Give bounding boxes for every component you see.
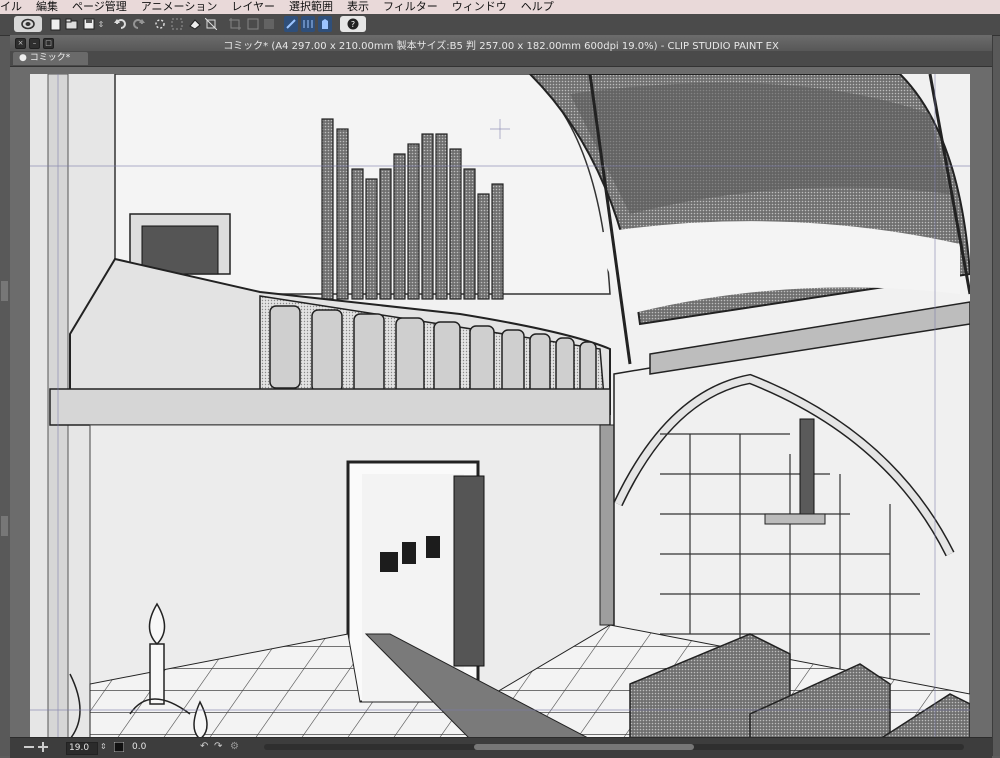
transform-icon[interactable] [153,16,167,32]
svg-text:?: ? [351,20,355,29]
tab-dot-icon: ● [19,53,30,63]
snap-grid-icon[interactable] [301,16,315,32]
pillar [599,424,615,626]
undo-icon[interactable] [113,16,127,32]
menu-page[interactable]: ページ管理 [65,0,134,14]
save-icon[interactable] [82,16,96,32]
scrollbar-thumb[interactable] [474,744,694,750]
menu-animation[interactable]: アニメーション [134,0,225,14]
snap-ruler-icon[interactable] [284,16,298,32]
fill-icon[interactable] [187,16,201,32]
zoom-out-icon[interactable] [24,742,34,752]
app-logo-icon[interactable] [14,16,42,32]
save-dropdown-icon[interactable]: ⇕ [97,16,105,32]
tab-label: コミック* [29,53,71,63]
menu-file[interactable]: イル [0,0,29,14]
open-icon[interactable] [64,16,78,32]
redo-icon[interactable] [131,16,145,32]
fit-screen-icon[interactable] [113,741,125,753]
window-title-bar: × – □ コミック* (A4 297.00 x 210.00mm 製本サイズ:… [10,35,992,52]
menu-layer[interactable]: レイヤー [224,0,282,14]
right-panel-edge [992,36,1000,756]
rotate-left-icon[interactable]: ↶ [200,742,210,752]
canvas-window: × – □ コミック* (A4 297.00 x 210.00mm 製本サイズ:… [10,35,992,758]
menu-selection[interactable]: 選択範囲 [282,0,340,14]
crop-icon[interactable] [228,16,242,32]
canvas-area[interactable] [10,67,992,737]
zoom-in-icon[interactable] [38,742,48,752]
new-icon[interactable] [48,16,62,32]
help-icon[interactable]: ? [340,16,366,32]
convert-icon[interactable] [262,16,276,32]
tab-comic[interactable]: ● コミック* [13,52,89,65]
window-title: コミック* (A4 297.00 x 210.00mm 製本サイズ:B5 判 2… [223,41,779,52]
rotation-angle[interactable]: 0.0 [132,742,162,753]
document-tab-bar: ● コミック* [10,51,992,67]
menu-help[interactable]: ヘルプ [514,0,561,14]
menu-bar: イル 編集 ページ管理 アニメーション レイヤー 選択範囲 表示 フィルター ウ… [0,0,1000,14]
select-all-icon[interactable] [170,16,184,32]
menu-view[interactable]: 表示 [340,0,376,14]
menu-window[interactable]: ウィンドウ [445,0,514,14]
illustration-canvas[interactable] [30,74,970,737]
panel-toggle-icon[interactable] [1,281,8,301]
rotate-right-icon[interactable]: ↷ [214,742,224,752]
panel-toggle-icon[interactable] [1,516,8,536]
status-bar: 19.0 ⇕ 0.0 ↶ ↷ ⚙ [10,737,992,758]
clear-icon[interactable] [246,16,260,32]
snap-perspective-icon[interactable] [318,16,332,32]
menu-filter[interactable]: フィルター [376,0,445,14]
zoom-stepper-icon[interactable]: ⇕ [100,742,110,752]
horizontal-scrollbar[interactable] [264,744,964,750]
resize-icon[interactable] [204,16,218,32]
reset-rotation-icon[interactable]: ⚙ [230,742,240,752]
command-bar: ⇕ ? [0,14,1000,36]
zoom-field[interactable]: 19.0 [66,742,98,755]
menu-edit[interactable]: 編集 [29,0,65,14]
